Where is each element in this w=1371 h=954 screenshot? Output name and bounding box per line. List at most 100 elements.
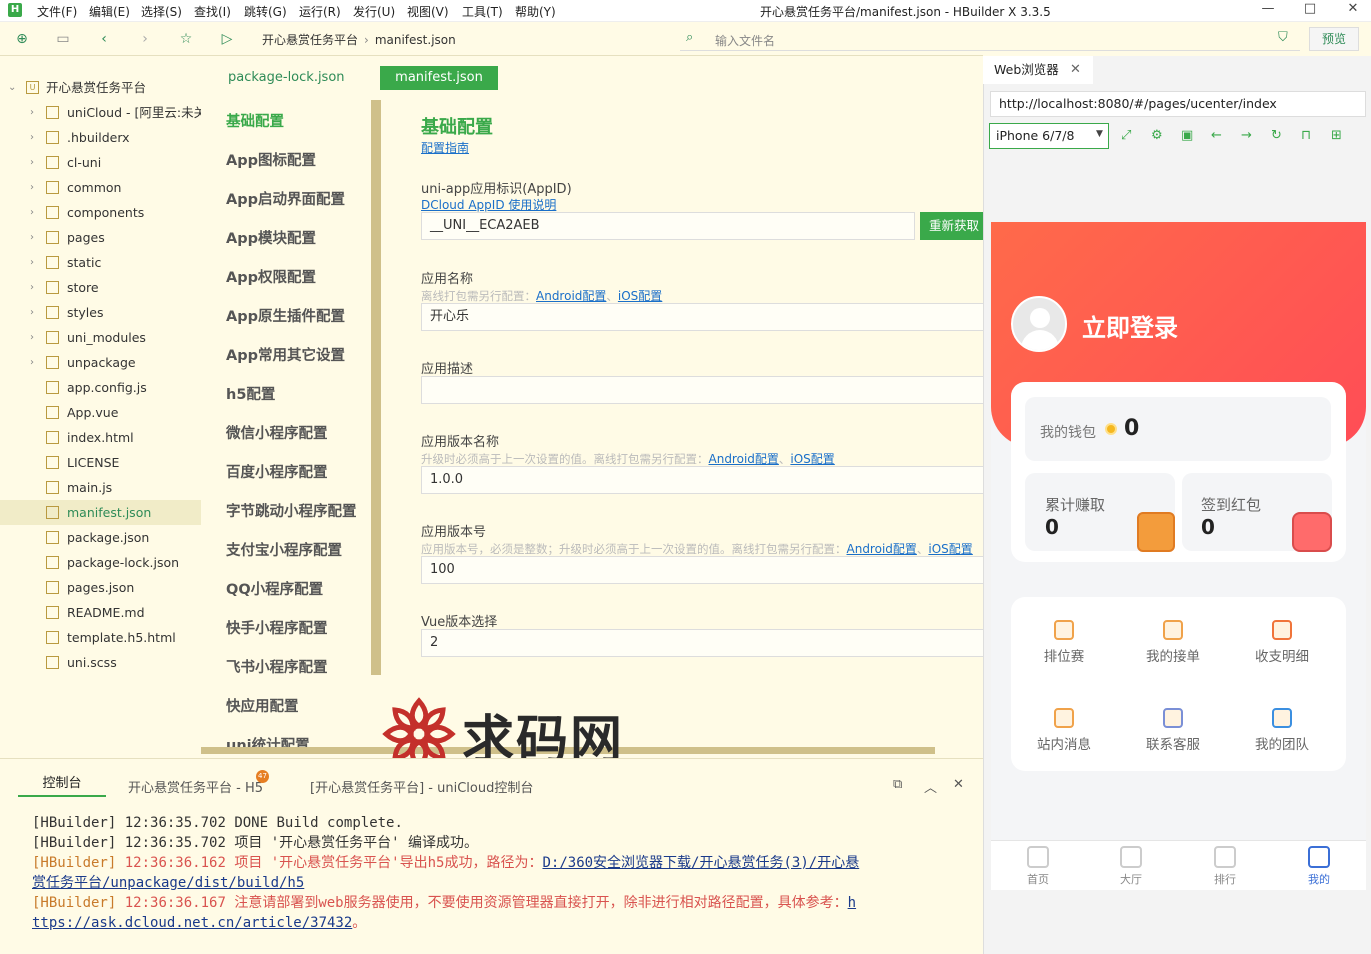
- tree-item[interactable]: package-lock.json: [0, 550, 201, 575]
- config-nav-item[interactable]: App图标配置: [226, 149, 316, 170]
- log-path-link[interactable]: ttps://ask.dcloud.net.cn/article/37432: [32, 915, 352, 931]
- menu-file[interactable]: 文件(F): [37, 3, 77, 20]
- grid-item-label[interactable]: 排位赛: [1034, 645, 1094, 665]
- appname-android-link[interactable]: Android配置: [536, 289, 606, 303]
- grid-item-icon[interactable]: [1054, 708, 1074, 728]
- appname-input[interactable]: 开心乐: [421, 303, 991, 331]
- tab-console[interactable]: 控制台: [18, 773, 106, 797]
- tree-item[interactable]: package.json: [0, 525, 201, 550]
- filter-icon[interactable]: ⛉: [1278, 30, 1288, 45]
- run-icon[interactable]: ▷: [218, 30, 236, 48]
- refresh-icon[interactable]: ↻: [1271, 128, 1282, 143]
- tree-item[interactable]: › store: [0, 275, 201, 300]
- grid-item-label[interactable]: 我的接单: [1143, 645, 1203, 665]
- crumb-file[interactable]: manifest.json: [375, 33, 456, 47]
- vue-select[interactable]: 2: [421, 629, 991, 657]
- tree-item[interactable]: manifest.json: [0, 500, 201, 525]
- maximize-button[interactable]: □: [1295, 1, 1325, 19]
- config-nav-item[interactable]: App权限配置: [226, 266, 316, 287]
- phone-tab-item[interactable]: 首页: [1008, 842, 1068, 887]
- close-window-button[interactable]: ✕: [1338, 1, 1368, 19]
- menu-goto[interactable]: 跳转(G): [244, 3, 287, 20]
- grid-item-label[interactable]: 站内消息: [1034, 733, 1094, 753]
- nav-scrollbar[interactable]: [371, 100, 381, 675]
- settings-icon[interactable]: ⚙: [1151, 128, 1163, 143]
- menu-run[interactable]: 运行(R): [299, 3, 341, 20]
- avatar[interactable]: [1011, 296, 1067, 352]
- appid-input[interactable]: __UNI__ECA2AEB: [421, 212, 915, 240]
- back-arrow-icon[interactable]: ←: [1211, 128, 1222, 143]
- tree-item[interactable]: › uniCloud - [阿里云:未关联]: [0, 100, 201, 125]
- new-file-icon[interactable]: ⊕: [13, 30, 31, 48]
- tree-item[interactable]: › unpackage: [0, 350, 201, 375]
- forward-arrow-icon[interactable]: →: [1241, 128, 1252, 143]
- grid-item-label[interactable]: 我的团队: [1252, 733, 1312, 753]
- tab-unicloud-console[interactable]: [开心悬赏任务平台] - uniCloud控制台: [310, 777, 533, 796]
- qrcode-icon[interactable]: ⊞: [1331, 128, 1342, 143]
- menu-view[interactable]: 视图(V): [407, 3, 449, 20]
- tree-item[interactable]: main.js: [0, 475, 201, 500]
- phone-tab-item[interactable]: 大厅: [1101, 842, 1161, 887]
- vercode-input[interactable]: 100: [421, 556, 991, 584]
- menu-tools[interactable]: 工具(T): [462, 3, 503, 20]
- log-path-link[interactable]: h: [848, 895, 856, 911]
- tab-package-lock[interactable]: package-lock.json: [201, 62, 376, 94]
- device-select[interactable]: iPhone 6/7/8: [989, 123, 1109, 149]
- tree-root[interactable]: ⌄ U 开心悬赏任务平台: [0, 75, 201, 100]
- tree-item[interactable]: › static: [0, 250, 201, 275]
- lock-icon[interactable]: ⊓: [1301, 128, 1311, 143]
- collapse-icon[interactable]: ︿: [924, 777, 937, 796]
- clear-console-icon[interactable]: ✕: [953, 777, 964, 792]
- tree-item[interactable]: template.h5.html: [0, 625, 201, 650]
- grid-item-label[interactable]: 收支明细: [1252, 645, 1312, 665]
- devtools-icon[interactable]: ▣: [1181, 128, 1193, 143]
- vername-ios-link[interactable]: iOS配置: [790, 452, 834, 466]
- config-nav-item[interactable]: App常用其它设置: [226, 344, 345, 365]
- url-input[interactable]: http://localhost:8080/#/pages/ucenter/in…: [990, 91, 1366, 117]
- crumb-project[interactable]: 开心悬赏任务平台: [262, 33, 358, 47]
- menu-find[interactable]: 查找(I): [194, 3, 231, 20]
- menu-publish[interactable]: 发行(U): [353, 3, 395, 20]
- grid-item-icon[interactable]: [1163, 708, 1183, 728]
- tree-item[interactable]: index.html: [0, 425, 201, 450]
- tree-item[interactable]: › components: [0, 200, 201, 225]
- tab-h5-console[interactable]: 开心悬赏任务平台 - H5: [128, 777, 263, 796]
- tree-item[interactable]: pages.json: [0, 575, 201, 600]
- rotate-icon[interactable]: ⤢: [1121, 128, 1131, 143]
- tree-item[interactable]: uni.scss: [0, 650, 201, 675]
- phone-tab-item[interactable]: 我的: [1289, 842, 1349, 887]
- appid-help-link[interactable]: DCloud AppID 使用说明: [421, 196, 556, 213]
- log-path-link[interactable]: 赏任务平台/unpackage/dist/build/h5: [32, 875, 304, 891]
- open-external-icon[interactable]: ⧉: [893, 777, 902, 792]
- grid-item-icon[interactable]: [1272, 620, 1292, 640]
- log-path-link[interactable]: D:/360安全浏览器下载/开心悬赏任务(3)/开心悬: [542, 855, 859, 871]
- minimize-button[interactable]: —: [1253, 1, 1283, 19]
- vercode-android-link[interactable]: Android配置: [847, 542, 917, 556]
- menu-help[interactable]: 帮助(Y): [515, 3, 556, 20]
- config-nav-item[interactable]: 支付宝小程序配置: [226, 539, 342, 560]
- login-link[interactable]: 立即登录: [1082, 308, 1178, 343]
- config-nav-item[interactable]: 百度小程序配置: [226, 461, 328, 482]
- tree-item[interactable]: › cl-uni: [0, 150, 201, 175]
- vername-input[interactable]: 1.0.0: [421, 466, 991, 494]
- forward-icon[interactable]: ›: [136, 30, 154, 48]
- config-nav-item[interactable]: App模块配置: [226, 227, 316, 248]
- vercode-ios-link[interactable]: iOS配置: [928, 542, 972, 556]
- config-guide-link[interactable]: 配置指南: [421, 139, 469, 156]
- tree-item[interactable]: app.config.js: [0, 375, 201, 400]
- grid-item-label[interactable]: 联系客服: [1143, 733, 1203, 753]
- config-nav-item[interactable]: App原生插件配置: [226, 305, 345, 326]
- tree-item[interactable]: › common: [0, 175, 201, 200]
- tree-item[interactable]: › pages: [0, 225, 201, 250]
- config-nav-item[interactable]: QQ小程序配置: [226, 578, 323, 599]
- menu-select[interactable]: 选择(S): [141, 3, 182, 20]
- grid-item-icon[interactable]: [1163, 620, 1183, 640]
- menu-edit[interactable]: 编辑(E): [89, 3, 130, 20]
- grid-item-icon[interactable]: [1054, 620, 1074, 640]
- config-nav-item[interactable]: 字节跳动小程序配置: [226, 500, 357, 521]
- config-nav-item[interactable]: App启动界面配置: [226, 188, 345, 209]
- config-nav-item[interactable]: 快应用配置: [226, 695, 299, 716]
- config-nav-item[interactable]: 微信小程序配置: [226, 422, 328, 443]
- config-nav-item[interactable]: 快手小程序配置: [226, 617, 328, 638]
- config-nav-item[interactable]: h5配置: [226, 383, 275, 404]
